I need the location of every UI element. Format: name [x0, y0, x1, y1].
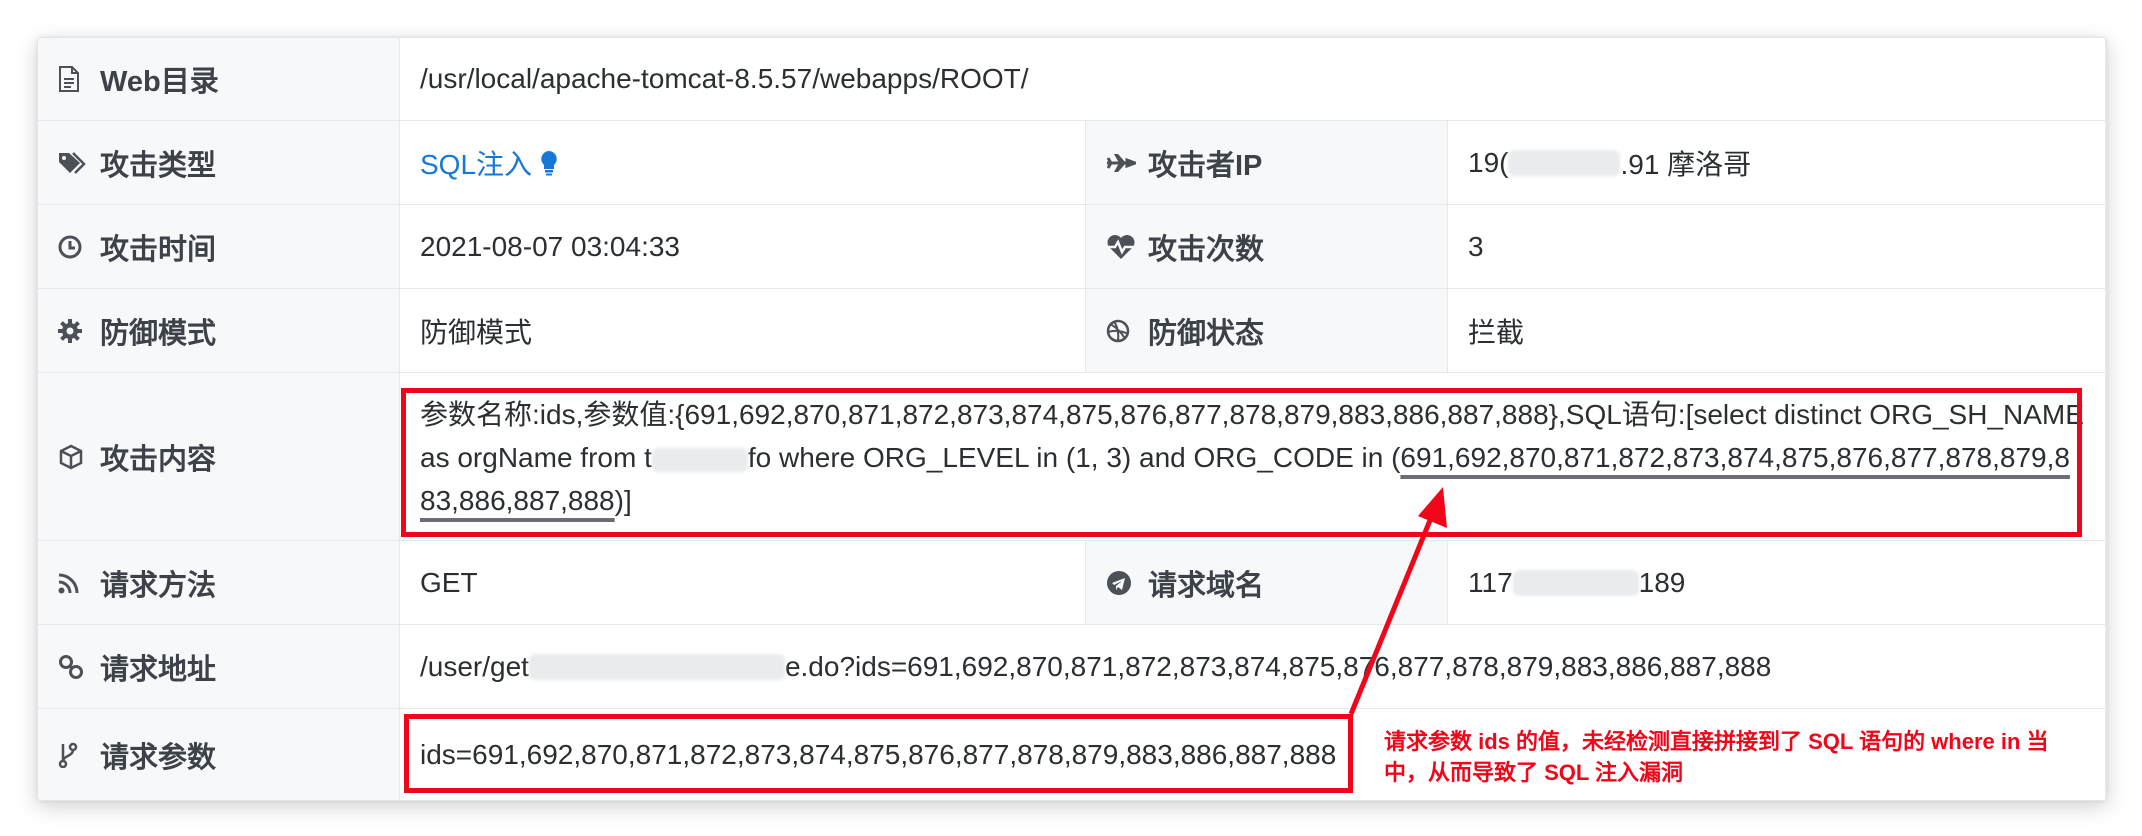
dribbble-icon: [1106, 319, 1136, 343]
request-url-value: /user/get e.do?ids=691,692,870,871,872,87…: [400, 625, 2106, 709]
defense-status-value: 拦截: [1448, 289, 2106, 373]
label-attacker-ip: 攻击者IP: [1086, 121, 1448, 205]
label-text: 攻击次数: [1148, 233, 1265, 266]
clock-icon: [58, 235, 88, 259]
redacted-mask: [1512, 569, 1639, 596]
label-text: Web目录: [100, 66, 219, 98]
label-attack-count: 攻击次数: [1086, 205, 1448, 289]
label-text: 攻击内容: [100, 443, 217, 476]
label-request-params: 请求参数: [38, 709, 400, 800]
request-method-value: GET: [400, 541, 1086, 625]
label-request-method: 请求方法: [38, 541, 400, 625]
attack-time-value: 2021-08-07 03:04:33: [400, 205, 1086, 289]
attack-content-value: 参数名称:ids,参数值:{691,692,870,871,872,873,87…: [400, 373, 2106, 541]
label-defense-status: 防御状态: [1086, 289, 1448, 373]
label-request-domain: 请求域名: [1086, 541, 1448, 625]
cube-icon: [58, 444, 88, 470]
label-text: 防御状态: [1148, 317, 1265, 350]
label-text: 攻击者IP: [1148, 149, 1263, 182]
redacted-mask: [528, 653, 785, 680]
label-text: 请求方法: [100, 569, 217, 602]
label-attack-type: 攻击类型: [38, 121, 400, 205]
rss-icon: [58, 572, 88, 594]
label-attack-content: 攻击内容: [38, 373, 400, 541]
annotation-note: 请求参数 ids 的值，未经检测直接拼接到了 SQL 语句的 where in …: [1384, 729, 2049, 785]
label-web-dir: Web目录: [38, 38, 400, 121]
attack-detail-panel: Web目录 /usr/local/apache-tomcat-8.5.57/we…: [37, 37, 2107, 801]
attack-count-value: 3: [1448, 205, 2106, 289]
request-domain-value: 117 189: [1448, 541, 2106, 625]
label-text: 防御模式: [100, 317, 217, 350]
label-defense-mode: 防御模式: [38, 289, 400, 373]
lightbulb-icon[interactable]: [540, 150, 558, 176]
redacted-mask: [651, 447, 748, 472]
label-request-url: 请求地址: [38, 625, 400, 709]
label-text: 请求参数: [100, 741, 217, 774]
attack-type-link[interactable]: SQL注入: [420, 143, 532, 183]
attacker-ip-value: 19(.91 摩洛哥: [1448, 121, 2106, 205]
telegram-icon: [1106, 570, 1136, 596]
label-text: 攻击类型: [100, 149, 217, 182]
label-text: 请求地址: [100, 653, 217, 686]
branch-icon: [58, 742, 88, 768]
redacted-mask: [1508, 149, 1621, 176]
label-attack-time: 攻击时间: [38, 205, 400, 289]
label-text: 请求域名: [1148, 569, 1265, 602]
defense-mode-value: 防御模式: [400, 289, 1086, 373]
label-text: 攻击时间: [100, 233, 217, 266]
plane-icon: [1106, 152, 1136, 174]
tags-icon: [58, 151, 88, 175]
web-dir-value: /usr/local/apache-tomcat-8.5.57/webapps/…: [400, 38, 2106, 121]
document-icon: [58, 66, 88, 92]
heartbeat-icon: [1106, 234, 1136, 260]
link-icon: [58, 654, 88, 680]
attack-type-value[interactable]: SQL注入: [400, 121, 1086, 205]
gear-icon: [58, 318, 88, 343]
